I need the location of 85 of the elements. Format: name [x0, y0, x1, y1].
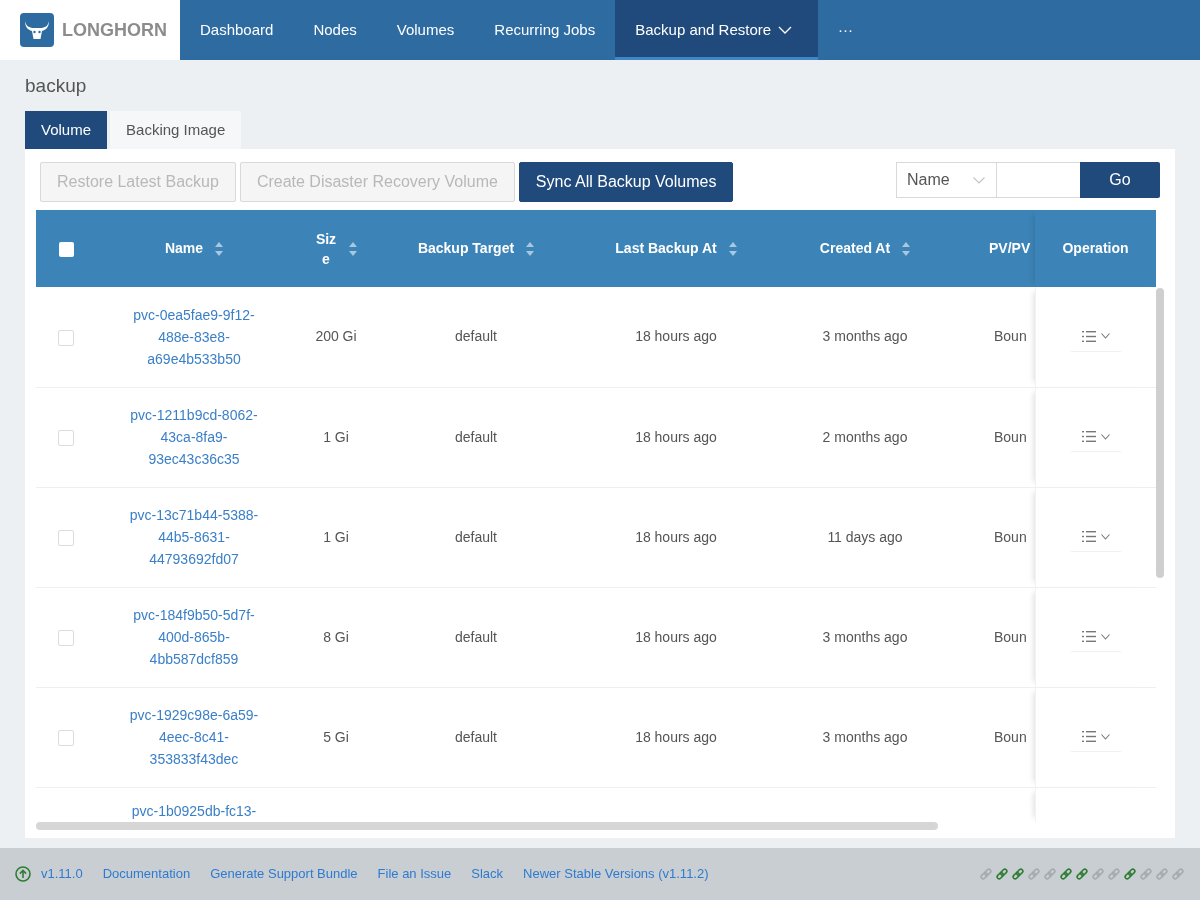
- vertical-scrollbar[interactable]: [1156, 288, 1164, 578]
- table-cell: 3 months ago: [822, 728, 908, 745]
- checkbox[interactable]: [58, 629, 74, 646]
- checkbox[interactable]: [58, 529, 74, 546]
- sort-icon[interactable]: [728, 241, 737, 256]
- list-icon: [1081, 330, 1096, 342]
- volume-name-link[interactable]: pvc-0ea5fae9-9f12-488e-83e8-a69e4b533b50: [119, 303, 269, 370]
- volume-name-link[interactable]: pvc-1b0925db-fc13-: [131, 800, 257, 821]
- list-icon: [1081, 531, 1096, 542]
- footer-link[interactable]: Documentation: [102, 864, 191, 884]
- upgrade-icon[interactable]: [15, 866, 31, 882]
- table-cell: Boun: [994, 628, 1027, 645]
- checkbox[interactable]: [58, 429, 74, 446]
- list-icon: [1081, 431, 1096, 442]
- table-cell: Boun: [994, 528, 1027, 545]
- caret-icon: [1100, 733, 1110, 740]
- column-header[interactable]: Created At: [819, 238, 891, 259]
- version-link[interactable]: v1.11.0: [41, 864, 83, 884]
- toolbar-button[interactable]: Sync All Backup Volumes: [518, 162, 734, 202]
- list-icon: [1081, 731, 1096, 742]
- table-cell: Boun: [994, 328, 1027, 345]
- nav-item[interactable]: ···: [818, 0, 874, 60]
- nav-item[interactable]: Dashboard: [180, 0, 294, 60]
- table-cell: Boun: [994, 428, 1027, 445]
- table-cell: 18 hours ago: [635, 528, 717, 545]
- list-icon: [1081, 631, 1096, 642]
- volume-name-link[interactable]: pvc-184f9b50-5d7f-400d-865b-4bb587dcf859: [119, 604, 269, 670]
- caret-icon: [1100, 633, 1110, 640]
- column-header[interactable]: Name: [164, 238, 204, 259]
- table-cell: Boun: [994, 728, 1027, 745]
- caret-icon: [778, 26, 793, 34]
- table-cell: default: [454, 528, 497, 545]
- nav-item[interactable]: Recurring Jobs: [474, 0, 616, 60]
- tab[interactable]: Volume: [25, 111, 108, 149]
- go-button[interactable]: Go: [1080, 162, 1160, 198]
- table-cell: 8 Gi: [323, 628, 349, 645]
- table-cell: 18 hours ago: [635, 728, 717, 745]
- horizontal-scrollbar[interactable]: [36, 821, 938, 830]
- checkbox[interactable]: [58, 329, 74, 346]
- table-cell: default: [454, 628, 497, 645]
- sort-icon[interactable]: [902, 241, 911, 256]
- column-header: Operation: [1062, 239, 1129, 258]
- tab[interactable]: Backing Image: [110, 111, 242, 149]
- table-cell: 1 Gi: [323, 528, 349, 545]
- search-field[interactable]: [997, 162, 1080, 198]
- footer-link[interactable]: Generate Support Bundle: [210, 864, 358, 884]
- caret-icon: [1100, 433, 1110, 440]
- table-cell: 3 months ago: [822, 628, 908, 645]
- nav-item[interactable]: Backup and Restore: [615, 0, 819, 60]
- nav-item[interactable]: Nodes: [293, 0, 377, 60]
- table-cell: 5 Gi: [323, 728, 349, 745]
- table-cell: default: [454, 428, 497, 445]
- table-cell: 200 Gi: [315, 328, 357, 345]
- nav-item[interactable]: Volumes: [376, 0, 475, 60]
- sort-icon[interactable]: [526, 241, 535, 256]
- table-cell: 18 hours ago: [635, 328, 717, 345]
- table-cell: 2 months ago: [822, 428, 908, 445]
- table-cell: 1 Gi: [323, 428, 349, 445]
- sort-icon[interactable]: [349, 241, 357, 256]
- checkbox[interactable]: [58, 729, 74, 746]
- sort-icon[interactable]: [215, 241, 224, 256]
- table-cell: 11 days ago: [827, 528, 903, 545]
- table-cell: 18 hours ago: [635, 428, 717, 445]
- table-cell: default: [454, 728, 497, 745]
- volume-name-link[interactable]: pvc-1211b9cd-8062-43ca-8fa9-93ec43c36c35: [119, 404, 269, 470]
- page-title: backup: [25, 74, 88, 98]
- volume-name-link[interactable]: pvc-13c71b44-5388-44b5-8631-44793692fd07: [119, 504, 269, 570]
- column-header[interactable]: Size: [315, 228, 337, 269]
- table-cell: default: [454, 328, 497, 345]
- column-header: PV/PV: [989, 239, 1031, 258]
- volume-name-link[interactable]: pvc-1929c98e-6a59-4eec-8c41-353833f43dec: [119, 704, 269, 770]
- table-cell: 18 hours ago: [635, 628, 717, 645]
- table-cell: 3 months ago: [822, 328, 908, 345]
- caret-icon: [1100, 333, 1110, 340]
- caret-icon: [1100, 533, 1110, 540]
- column-header[interactable]: Last Backup At: [615, 238, 717, 259]
- column-header[interactable]: Backup Target: [417, 238, 515, 259]
- checkbox[interactable]: [58, 241, 74, 257]
- footer-link[interactable]: Newer Stable Versions (v1.11.2): [523, 864, 709, 884]
- caret-icon: [973, 176, 985, 184]
- footer-link[interactable]: Slack: [471, 864, 504, 884]
- footer-link[interactable]: File an Issue: [377, 864, 452, 884]
- logo-text: LONGHORN: [62, 18, 167, 42]
- logo-icon: [20, 13, 54, 47]
- field-select[interactable]: Name: [896, 162, 997, 198]
